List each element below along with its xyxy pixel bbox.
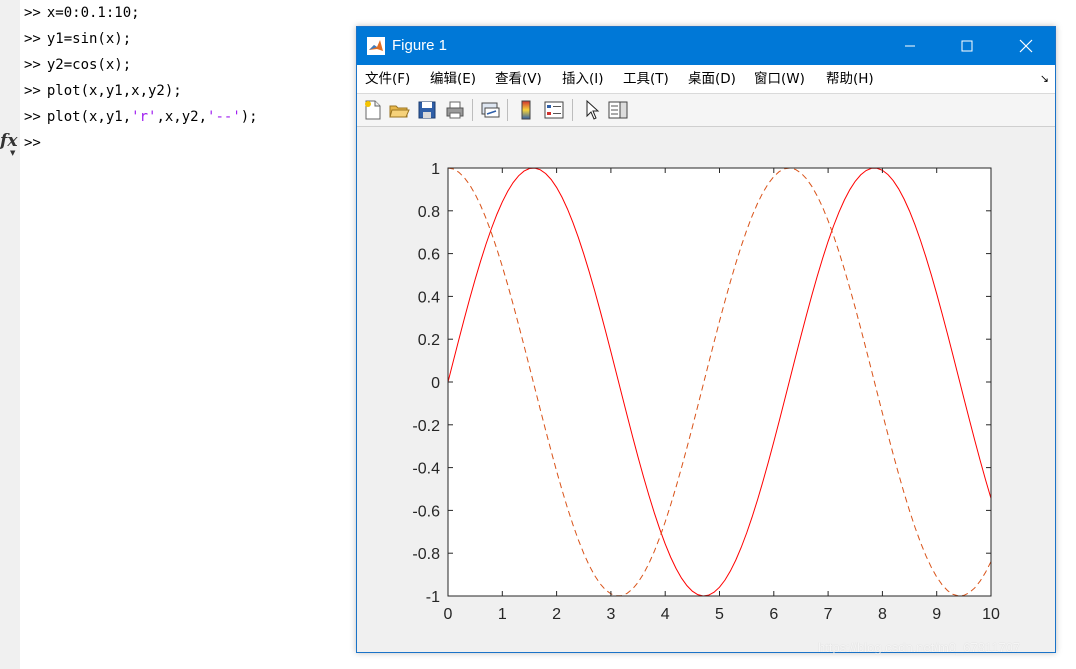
x-tick-label: 6 xyxy=(769,606,778,623)
command-prompt: >> xyxy=(24,31,41,47)
x-tick-label: 0 xyxy=(444,606,453,623)
command-input-line[interactable]: >> xyxy=(24,130,258,156)
command-prompt: >> xyxy=(24,135,41,151)
y-tick-label: -1 xyxy=(426,589,440,606)
open-file-icon[interactable] xyxy=(388,99,410,121)
y-tick-label: 0.4 xyxy=(418,289,440,306)
command-text: plot(x,y1, xyxy=(46,109,132,125)
maximize-button[interactable] xyxy=(944,27,990,65)
legend-icon[interactable] xyxy=(543,99,565,121)
x-tick-label: 10 xyxy=(982,606,1000,623)
save-icon[interactable] xyxy=(416,99,438,121)
x-tick-label: 9 xyxy=(932,606,941,623)
y-tick-label: 0.8 xyxy=(418,204,440,221)
x-tick-label: 3 xyxy=(606,606,615,623)
close-button[interactable] xyxy=(1003,27,1049,65)
figure-window[interactable]: Figure 1 文件(F) 编辑(E) 查看(V) 插入(I) 工具(T) 桌… xyxy=(356,26,1056,653)
menu-tools[interactable]: 工具(T) xyxy=(623,65,669,93)
minimize-button[interactable] xyxy=(887,27,933,65)
y-tick-label: 0.2 xyxy=(418,332,440,349)
command-text: ); xyxy=(240,109,258,125)
y-tick-label: -0.6 xyxy=(412,503,440,520)
figure-title: Figure 1 xyxy=(392,37,448,54)
command-line: >> x=0:0.1:10; xyxy=(24,0,258,26)
maximize-icon xyxy=(961,40,973,52)
link-plot-icon[interactable] xyxy=(479,99,501,121)
x-tick-label: 5 xyxy=(715,606,724,623)
menu-insert[interactable]: 插入(I) xyxy=(562,65,604,93)
command-prompt: >> xyxy=(24,57,41,73)
y-tick-label: 1 xyxy=(431,161,440,178)
figure-plot-area[interactable]: 0 1 2 3 4 5 6 7 8 9 10 1 0.8 0.6 0.4 0.2 0 -0.2 -0.4 -0.6 -0… xyxy=(357,127,1055,652)
function-browser-icon[interactable]: fx xyxy=(0,131,17,151)
y-tick-label: 0 xyxy=(431,375,440,392)
colorbar-icon[interactable] xyxy=(515,99,537,121)
matlab-logo-icon xyxy=(367,37,385,55)
fx-dropdown-icon[interactable]: ▼ xyxy=(10,149,15,157)
x-tick-label: 2 xyxy=(552,606,561,623)
toolbar-separator xyxy=(472,99,473,121)
close-icon xyxy=(1019,39,1033,53)
new-figure-icon[interactable] xyxy=(362,99,384,121)
toolbar-separator xyxy=(507,99,508,121)
command-prompt: >> xyxy=(24,83,41,99)
command-text: x=0:0.1:10; xyxy=(46,5,140,21)
menu-help[interactable]: 帮助(H) xyxy=(826,65,874,93)
print-icon[interactable] xyxy=(444,99,466,121)
figure-titlebar[interactable]: Figure 1 xyxy=(357,27,1055,65)
dock-arrow-icon[interactable]: ↘ xyxy=(1040,65,1049,93)
y-tick-label: -0.4 xyxy=(412,461,440,478)
x-tick-label: 4 xyxy=(661,606,670,623)
command-line: >> plot(x,y1,'r',x,y2,'--'); xyxy=(24,104,258,130)
string-literal: 'r' xyxy=(131,109,157,125)
y-tick-label: -0.8 xyxy=(412,546,440,563)
y-tick-label: 0.6 xyxy=(418,247,440,264)
menu-desktop[interactable]: 桌面(D) xyxy=(688,65,736,93)
x-tick-label: 1 xyxy=(498,606,507,623)
figure-menubar: 文件(F) 编辑(E) 查看(V) 插入(I) 工具(T) 桌面(D) 窗口(W… xyxy=(357,65,1055,94)
command-line: >> plot(x,y1,x,y2); xyxy=(24,78,258,104)
edit-plot-arrow-icon[interactable] xyxy=(581,99,603,121)
axes-background[interactable] xyxy=(448,168,991,596)
string-literal: '--' xyxy=(207,109,241,125)
command-text: ,x,y2, xyxy=(156,109,208,125)
property-inspector-icon[interactable] xyxy=(607,99,629,121)
command-window[interactable]: >> x=0:0.1:10; >> y1=sin(x); >> y2=cos(x); … xyxy=(24,0,258,156)
menu-edit[interactable]: 编辑(E) xyxy=(430,65,476,93)
command-line: >> y1=sin(x); xyxy=(24,26,258,52)
command-text: y2=cos(x); xyxy=(46,57,132,73)
y-tick-label: -0.2 xyxy=(412,418,440,435)
command-prompt: >> xyxy=(24,5,41,21)
figure-toolbar xyxy=(357,94,1055,127)
command-gutter xyxy=(0,0,20,669)
minimize-icon xyxy=(905,45,915,47)
x-tick-label: 7 xyxy=(824,606,833,623)
command-text: y1=sin(x); xyxy=(46,31,132,47)
command-text: plot(x,y1,x,y2); xyxy=(46,83,182,99)
menu-file[interactable]: 文件(F) xyxy=(365,65,410,93)
menu-view[interactable]: 查看(V) xyxy=(495,65,542,93)
menu-window[interactable]: 窗口(W) xyxy=(754,65,805,93)
command-prompt: >> xyxy=(24,109,41,125)
watermark-text: https://blog.csdn.net/m0_67811707 xyxy=(818,640,1021,655)
x-tick-label: 8 xyxy=(878,606,887,623)
command-line: >> y2=cos(x); xyxy=(24,52,258,78)
toolbar-separator xyxy=(572,99,573,121)
